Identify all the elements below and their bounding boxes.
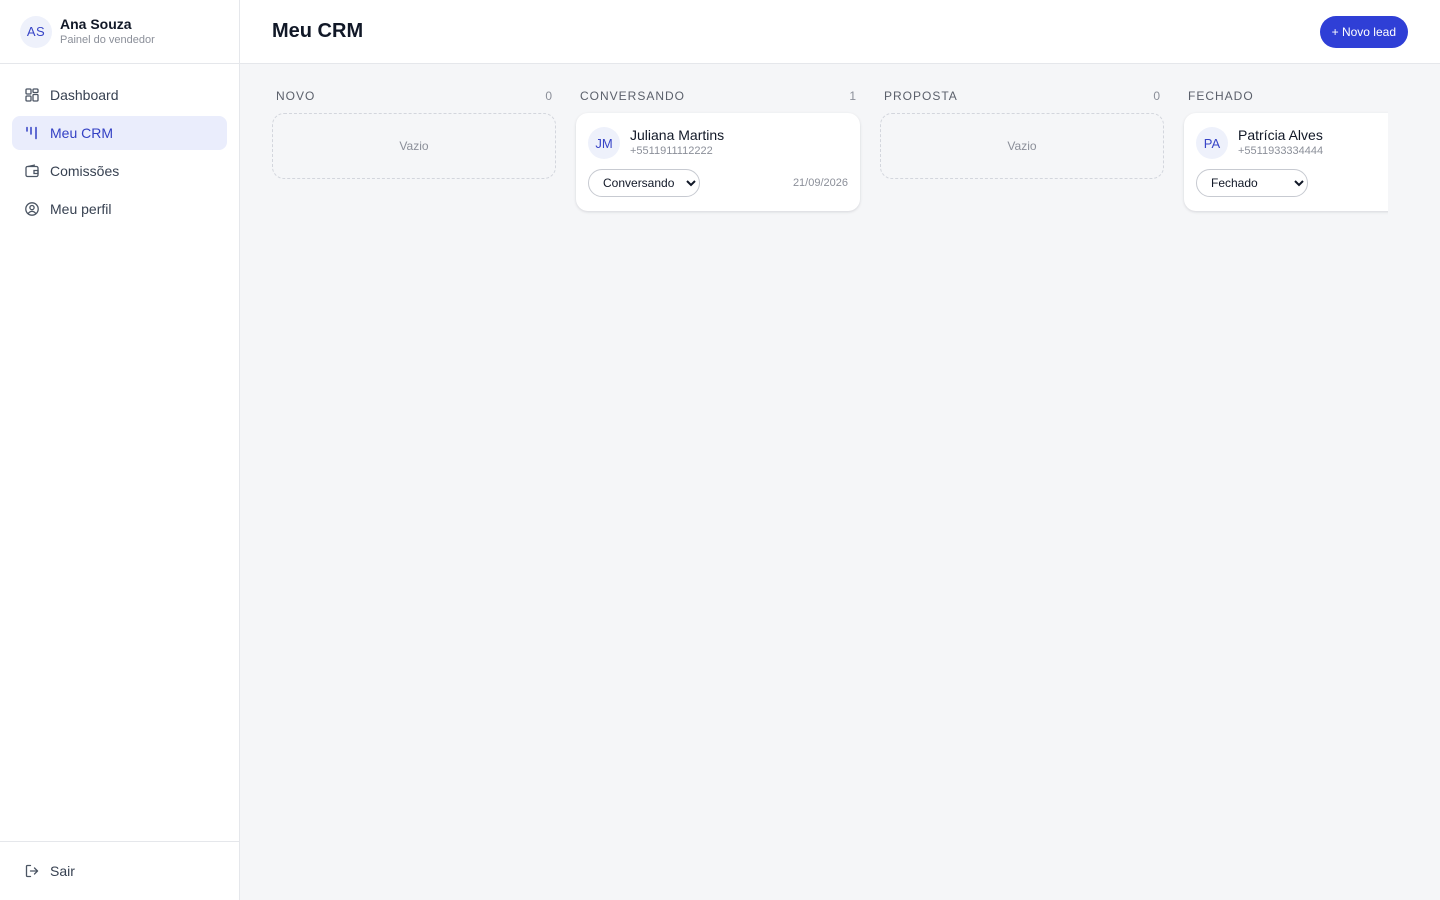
lead-avatar: PA bbox=[1196, 127, 1228, 159]
lead-date: 21/09/2026 bbox=[792, 177, 848, 189]
column-title: PROPOSTA bbox=[884, 89, 958, 103]
logout-button[interactable]: Sair bbox=[12, 854, 227, 888]
sidebar-item-label: Dashboard bbox=[50, 87, 119, 103]
sidebar-nav: Dashboard Meu CRM Comissões Meu perfil bbox=[0, 64, 239, 226]
sidebar-item-meu-crm[interactable]: Meu CRM bbox=[12, 116, 227, 150]
empty-column-placeholder: Vazio bbox=[880, 113, 1164, 179]
lead-name: Juliana Martins bbox=[630, 127, 725, 143]
column-count: 1 bbox=[849, 89, 856, 103]
lead-avatar: JM bbox=[588, 127, 620, 159]
lead-status-select[interactable]: Conversando bbox=[588, 169, 700, 197]
sidebar-footer: Sair bbox=[0, 841, 239, 900]
column-count: 0 bbox=[1153, 89, 1160, 103]
kanban-board: NOVO 0 Vazio CONVERSANDO 1 JM Juliana Ma… bbox=[272, 64, 1388, 900]
sidebar-item-label: Meu CRM bbox=[50, 125, 114, 141]
user-circle-icon bbox=[24, 201, 40, 217]
sidebar-item-dashboard[interactable]: Dashboard bbox=[12, 78, 227, 112]
column-novo: NOVO 0 Vazio bbox=[272, 88, 556, 211]
empty-column-placeholder: Vazio bbox=[272, 113, 556, 179]
user-name: Ana Souza bbox=[60, 15, 132, 32]
column-fechado: FECHADO PA Patrícia Alves +5511933334444… bbox=[1184, 88, 1388, 211]
column-count: 0 bbox=[545, 89, 552, 103]
lead-status-select[interactable]: Fechado bbox=[1196, 169, 1308, 197]
column-conversando: CONVERSANDO 1 JM Juliana Martins +551191… bbox=[576, 88, 860, 211]
lead-card[interactable]: JM Juliana Martins +5511911112222 Conver… bbox=[576, 113, 860, 211]
page-title: Meu CRM bbox=[272, 20, 364, 42]
new-lead-button[interactable]: + Novo lead bbox=[1319, 15, 1408, 48]
dashboard-grid-icon bbox=[24, 87, 40, 103]
lead-card[interactable]: PA Patrícia Alves +5511933334444 Fechado bbox=[1184, 113, 1388, 211]
empty-label: Vazio bbox=[399, 139, 429, 153]
user-profile-summary: AS Ana Souza Painel do vendedor bbox=[0, 0, 239, 64]
column-title: NOVO bbox=[276, 89, 316, 103]
top-header: Meu CRM + Novo lead bbox=[240, 0, 1440, 64]
column-title: FECHADO bbox=[1188, 89, 1254, 103]
sidebar-item-meu-perfil[interactable]: Meu perfil bbox=[12, 192, 227, 226]
sidebar: AS Ana Souza Painel do vendedor Dashboar… bbox=[0, 0, 240, 900]
logout-label: Sair bbox=[50, 863, 75, 879]
user-avatar: AS bbox=[20, 15, 52, 48]
lead-phone: +5511911112222 bbox=[630, 145, 713, 157]
lead-name: Patrícia Alves bbox=[1238, 127, 1323, 143]
logout-icon bbox=[24, 863, 40, 879]
column-title: CONVERSANDO bbox=[580, 89, 686, 103]
lead-phone: +5511933334444 bbox=[1238, 145, 1324, 157]
sidebar-item-label: Comissões bbox=[50, 163, 120, 179]
sidebar-item-label: Meu perfil bbox=[50, 201, 112, 217]
wallet-icon bbox=[24, 163, 40, 179]
column-proposta: PROPOSTA 0 Vazio bbox=[880, 88, 1164, 211]
empty-label: Vazio bbox=[1007, 139, 1037, 153]
user-role: Painel do vendedor bbox=[60, 33, 155, 46]
sidebar-item-comissoes[interactable]: Comissões bbox=[12, 154, 227, 188]
kanban-icon bbox=[24, 125, 40, 141]
